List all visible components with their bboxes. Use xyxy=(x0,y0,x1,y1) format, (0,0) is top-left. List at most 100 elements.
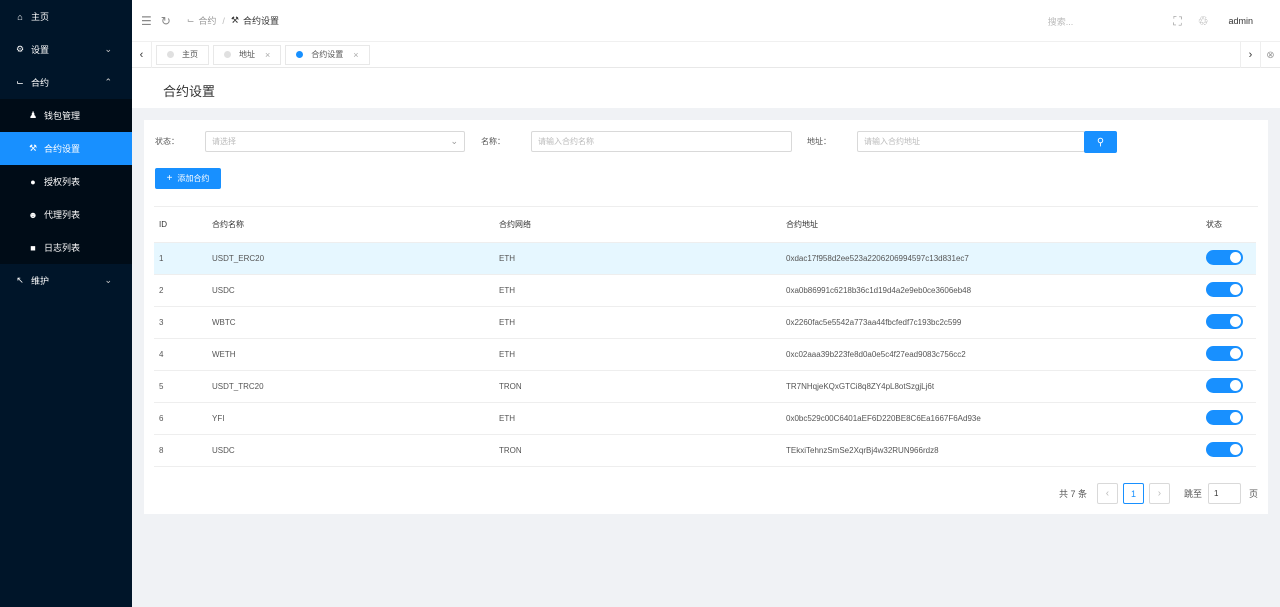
sidebar-item-maintenance[interactable]: ↖ 维护 ⌄ xyxy=(0,264,132,297)
wrench-icon: ↖ xyxy=(16,275,24,285)
bell-icon[interactable]: ♲ xyxy=(1198,14,1209,28)
search-button[interactable]: ⚲ xyxy=(1084,131,1117,153)
cell-address: 0xa0b86991c6218b36c1d19d4a2e9eb0ce3606eb… xyxy=(781,274,1201,307)
tab-label: 地址 xyxy=(239,50,255,59)
cell-network: ETH xyxy=(494,402,781,435)
table-row[interactable]: 1 USDT_ERC20 ETH 0xdac17f958d2ee523a2206206… xyxy=(154,242,1256,275)
table-row[interactable]: 8 USDC TRON TEkxiTehnzSmSe2XqrBj4w32RUN966r… xyxy=(154,434,1256,467)
cell-status xyxy=(1201,402,1256,435)
cell-name: YFI xyxy=(207,402,494,435)
refresh-icon[interactable]: ↻ xyxy=(161,14,171,28)
content-card: 状态： 请选择 ⌄ 名称： 请输入合约名称 地址： 请输入合约地址 ⚲ + 添加… xyxy=(144,120,1268,514)
column-header-name[interactable]: 合约名称 xyxy=(207,208,494,243)
address-input[interactable]: 请输入合约地址 xyxy=(857,131,1085,152)
cell-status xyxy=(1201,242,1256,275)
status-toggle[interactable] xyxy=(1206,313,1243,329)
contract-icon: ⌙ xyxy=(16,77,24,87)
cell-address: 0xdac17f958d2ee523a2206206994597c13d831e… xyxy=(781,242,1201,275)
sidebar-item-authorization-list[interactable]: ● 授权列表 xyxy=(0,165,132,198)
next-page-icon[interactable]: › xyxy=(1148,483,1170,504)
jump-page-input[interactable]: 1 xyxy=(1207,483,1241,504)
prev-page-icon[interactable]: ‹ xyxy=(1096,483,1118,504)
status-toggle[interactable] xyxy=(1206,409,1243,425)
status-toggle[interactable] xyxy=(1206,281,1243,297)
user-name[interactable]: admin xyxy=(1228,16,1253,26)
table-row[interactable]: 3 WBTC ETH 0x2260fac5e5542a773aa44fbcfedf7c… xyxy=(154,306,1256,339)
chevron-up-icon: ⌃ xyxy=(104,77,112,87)
user-icon: ☻ xyxy=(28,209,38,220)
close-icon[interactable]: × xyxy=(265,50,270,60)
tab-scroll-left-icon[interactable]: ‹ xyxy=(132,41,152,68)
wallet-icon: ♟ xyxy=(28,110,38,120)
table-row[interactable]: 6 YFI ETH 0x0bc529c00C6401aEF6D220BE8C6Ea16… xyxy=(154,402,1256,435)
filter-row: 状态： 请选择 ⌄ 名称： 请输入合约名称 地址： 请输入合约地址 ⚲ xyxy=(144,131,1268,153)
tab-label: 主页 xyxy=(182,50,198,59)
page-number-current[interactable]: 1 xyxy=(1122,483,1144,504)
status-toggle[interactable] xyxy=(1206,249,1243,265)
column-header-address[interactable]: 合约地址 xyxy=(781,208,1201,243)
tools-icon: ⚒ xyxy=(230,15,239,25)
table-body: 1 USDT_ERC20 ETH 0xdac17f958d2ee523a2206206… xyxy=(154,242,1256,467)
close-icon[interactable]: × xyxy=(353,50,358,60)
tab-status-dot xyxy=(167,51,174,58)
tab-contract-settings[interactable]: 合约设置 × xyxy=(285,44,370,65)
search-icon: ⚲ xyxy=(1096,136,1105,148)
table-row[interactable]: 5 USDT_TRC20 TRON TR7NHqjeKQxGTCi8q8ZY4pL8o… xyxy=(154,370,1256,403)
breadcrumb-item[interactable]: 合约 xyxy=(198,14,216,27)
contract-table: ID 合约名称 合约网络 合约地址 状态 1 USDT_ERC20 ETH 0xdac… xyxy=(154,208,1256,467)
sidebar-item-wallet-management[interactable]: ♟ 钱包管理 xyxy=(0,99,132,132)
pagination: 共 7 条 ‹ 1 › 跳至 1 页 xyxy=(1059,483,1258,504)
cell-id: 5 xyxy=(154,370,207,403)
cell-id: 8 xyxy=(154,434,207,467)
table-row[interactable]: 2 USDC ETH 0xa0b86991c6218b36c1d19d4a2e9eb0… xyxy=(154,274,1256,307)
cell-name: USDC xyxy=(207,274,494,307)
cell-address: 0xc02aaa39b223fe8d0a0e5c4f27ead9083c756c… xyxy=(781,338,1201,371)
tab-scroll-right-icon[interactable]: › xyxy=(1240,42,1260,68)
add-contract-button[interactable]: + 添加合约 xyxy=(155,168,221,189)
tab-status-dot xyxy=(296,51,304,58)
cell-name: WBTC xyxy=(207,306,494,339)
cell-id: 6 xyxy=(154,402,207,435)
column-header-status[interactable]: 状态 xyxy=(1201,208,1256,243)
cell-address: 0x0bc529c00C6401aEF6D220BE8C6Ea1667F6Ad9… xyxy=(781,402,1201,435)
cell-address: 0x2260fac5e5542a773aa44fbcfedf7c193bc2c5… xyxy=(781,306,1201,339)
tab-label: 合约设置 xyxy=(311,50,344,59)
toggle-knob xyxy=(1230,251,1241,263)
sidebar-item-contract-settings[interactable]: ⚒ 合约设置 xyxy=(0,132,132,165)
status-select[interactable]: 请选择 ⌄ xyxy=(205,131,465,152)
sidebar-item-home[interactable]: ⌂ 主页 xyxy=(0,0,132,33)
sidebar-item-settings[interactable]: ⚙ 设置 ⌄ xyxy=(0,33,132,66)
cell-id: 1 xyxy=(154,242,207,275)
tab-bar-actions: › ⊗ xyxy=(1240,42,1280,68)
status-toggle[interactable] xyxy=(1206,345,1243,361)
tools-icon: ⚒ xyxy=(28,143,38,153)
fullscreen-icon[interactable]: ⛶ xyxy=(1173,14,1181,29)
name-input[interactable]: 请输入合约名称 xyxy=(531,131,792,152)
sidebar-item-contract[interactable]: ⌙ 合约 ⌃ xyxy=(0,66,132,99)
sidebar-item-label: 钱包管理 xyxy=(44,111,81,121)
sidebar-item-label: 代理列表 xyxy=(44,210,81,220)
column-header-id[interactable]: ID xyxy=(154,208,207,243)
breadcrumb-current: 合约设置 xyxy=(242,16,279,26)
home-icon: ⌂ xyxy=(17,11,23,22)
menu-fold-icon[interactable]: ☰ xyxy=(141,14,152,28)
gear-icon: ⚙ xyxy=(15,44,25,54)
header-search[interactable]: 搜索... xyxy=(1048,15,1074,28)
status-toggle[interactable] xyxy=(1206,377,1243,393)
table-row[interactable]: 4 WETH ETH 0xc02aaa39b223fe8d0a0e5c4f27ead9… xyxy=(154,338,1256,371)
column-header-network[interactable]: 合约网络 xyxy=(494,208,781,243)
status-filter-label: 状态： xyxy=(155,137,179,146)
breadcrumb: ⌙ 合约 / ⚒ 合约设置 xyxy=(187,14,279,27)
address-filter-label: 地址： xyxy=(807,137,831,146)
status-toggle[interactable] xyxy=(1206,441,1243,457)
add-contract-label: 添加合约 xyxy=(177,174,210,183)
sidebar-item-label: 合约 xyxy=(31,78,50,88)
tab-address[interactable]: 地址 × xyxy=(213,44,282,65)
cell-network: ETH xyxy=(494,338,781,371)
close-circle-icon[interactable]: ⊗ xyxy=(1260,42,1280,68)
tab-home[interactable]: 主页 xyxy=(156,44,209,65)
toggle-knob xyxy=(1230,347,1241,359)
sidebar-item-log-list[interactable]: ■ 日志列表 xyxy=(0,231,132,264)
cell-id: 2 xyxy=(154,274,207,307)
sidebar-item-agent-list[interactable]: ☻ 代理列表 xyxy=(0,198,132,231)
